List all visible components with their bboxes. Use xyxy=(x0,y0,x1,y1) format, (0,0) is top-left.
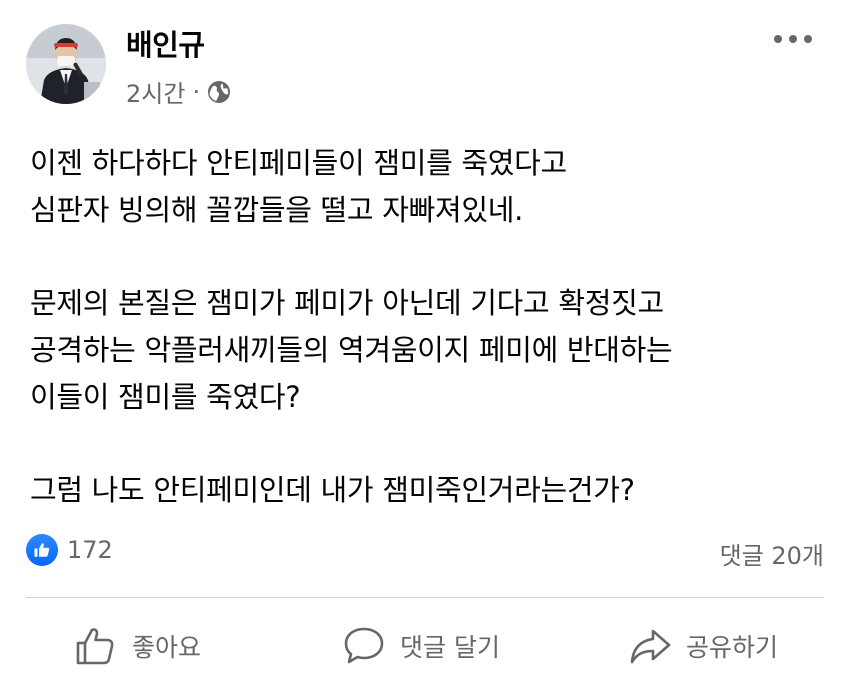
comment-count-link[interactable]: 댓글 20개 xyxy=(720,536,824,571)
more-dot xyxy=(774,35,782,43)
like-button-label: 좋아요 xyxy=(132,633,202,662)
post-line: 공격하는 악플러새끼들의 역겨움이지 페미에 반대하는 xyxy=(30,333,673,367)
post-timestamp[interactable]: 2시간 xyxy=(126,74,185,109)
speech-bubble-icon xyxy=(344,627,384,664)
post-body: 이젠 하다하다 안티페미들이 잼미를 죽였다고 심판자 빙의해 꼴깝들을 떨고 … xyxy=(30,140,830,514)
author-name[interactable]: 배인규 xyxy=(126,22,205,64)
post-line: 심판자 빙의해 꼴깝들을 떨고 자빠져있네. xyxy=(30,193,524,227)
post-line: 문제의 본질은 잼미가 페미가 아닌데 기다고 확정짓고 xyxy=(30,286,664,320)
globe-icon[interactable] xyxy=(207,80,231,104)
more-options-icon[interactable] xyxy=(774,28,812,50)
reaction-count: 172 xyxy=(67,536,113,564)
share-button[interactable]: 공유하기 xyxy=(628,616,778,676)
reaction-summary[interactable]: 172 xyxy=(26,534,113,566)
post-meta: 2시간 · xyxy=(126,74,231,109)
action-bar: 좋아요 댓글 달기 공유하기 xyxy=(0,616,850,676)
more-dot xyxy=(789,35,797,43)
like-reaction-icon xyxy=(26,534,58,566)
like-button[interactable]: 좋아요 xyxy=(74,616,201,676)
meta-separator: · xyxy=(192,77,201,106)
comment-button[interactable]: 댓글 달기 xyxy=(342,616,500,676)
share-button-label: 공유하기 xyxy=(686,633,779,662)
more-dot xyxy=(804,35,812,43)
share-arrow-icon xyxy=(630,629,671,664)
avatar-photo xyxy=(26,24,106,104)
post-line: 이들이 잼미를 죽였다? xyxy=(30,380,301,414)
thumbs-up-icon xyxy=(76,628,114,665)
divider xyxy=(26,597,824,598)
post-line: 그럼 나도 안티페미인데 내가 잼미죽인거라는건가? xyxy=(30,473,635,507)
author-avatar[interactable] xyxy=(26,24,106,104)
post-line: 이젠 하다하다 안티페미들이 잼미를 죽였다고 xyxy=(30,146,567,180)
comment-button-label: 댓글 달기 xyxy=(400,633,500,662)
